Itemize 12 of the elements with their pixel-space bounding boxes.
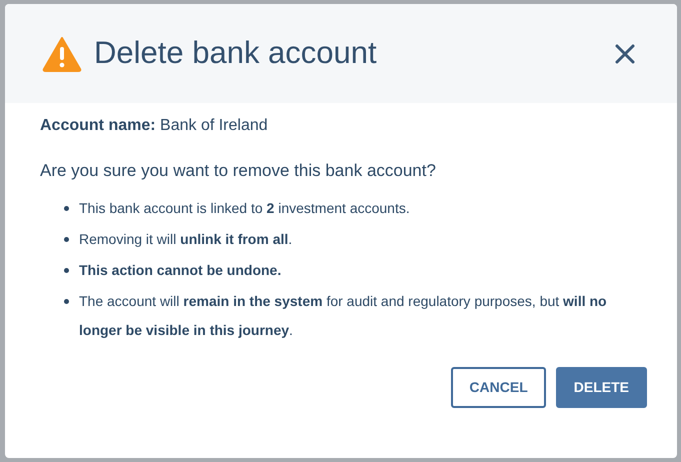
delete-button[interactable]: DELETE: [556, 367, 647, 408]
bullet-text: This bank account is linked to 2 investment accounts.: [79, 199, 410, 218]
warning-icon: [42, 36, 82, 72]
bullet-text: Removing it will unlink it from all.: [79, 230, 292, 249]
bullet-text: The account will remain in the system for audit and regulatory purposes, but will no longer be visible in this journey.: [79, 292, 608, 340]
close-icon: [615, 44, 635, 64]
close-button[interactable]: [613, 42, 637, 66]
dialog-title: Delete bank account: [94, 34, 377, 72]
cancel-button[interactable]: CANCEL: [451, 367, 546, 408]
confirmation-question: Are you sure you want to remove this bank account?: [40, 160, 437, 182]
bullet-text: This action cannot be undone.: [79, 261, 282, 280]
account-name-line: Account name: Bank of Ireland: [40, 116, 269, 136]
